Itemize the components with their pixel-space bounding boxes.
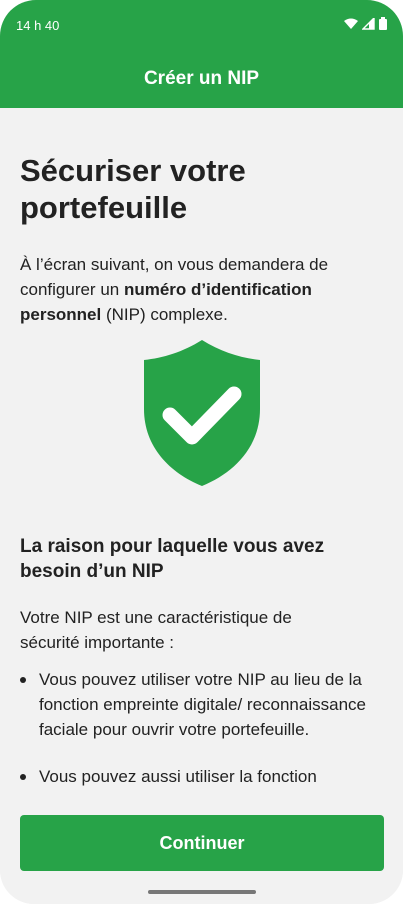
wifi-icon (344, 18, 358, 33)
list-item-text: Vous pouvez aussi utiliser la fonction (39, 767, 317, 786)
bullet-icon (20, 677, 26, 683)
reason-description: Votre NIP est une caractéristique de séc… (20, 608, 292, 652)
intro-text-end: (NIP) complexe. (101, 305, 228, 324)
home-indicator[interactable] (148, 890, 256, 894)
page-title: Créer un NIP (143, 68, 260, 89)
reason-list: Vous pouvez utiliser votre NIP au lieu d… (20, 667, 380, 798)
footer: Continuer (0, 798, 403, 904)
reason-heading: La raison pour laquelle vous avez besoin… (20, 535, 325, 582)
bullet-icon (20, 774, 26, 780)
status-bar: 14 h 40 (16, 12, 387, 38)
main-content[interactable]: Sécuriser votre portefeuille À l’écran s… (0, 108, 403, 798)
shield-check-icon (143, 339, 261, 487)
status-time: 14 h 40 (16, 17, 60, 33)
list-item: Vous pouvez utiliser votre NIP au lieu d… (20, 667, 380, 742)
battery-icon (379, 17, 387, 33)
header: 14 h 40 Créer un NIP (0, 0, 403, 108)
signal-icon (361, 15, 375, 33)
list-item-text: Vous pouvez utiliser votre NIP au lieu d… (39, 670, 366, 739)
continue-button[interactable]: Continuer (20, 815, 384, 871)
main-heading: Sécuriser votre portefeuille (20, 152, 246, 225)
list-item: Vous pouvez aussi utiliser la fonction (20, 764, 380, 789)
intro-paragraph: À l’écran suivant, on vous demandera de … (20, 252, 380, 327)
app-screen: 14 h 40 Créer un NIP Sécuriser votre por… (0, 0, 403, 904)
status-icons (344, 15, 387, 33)
